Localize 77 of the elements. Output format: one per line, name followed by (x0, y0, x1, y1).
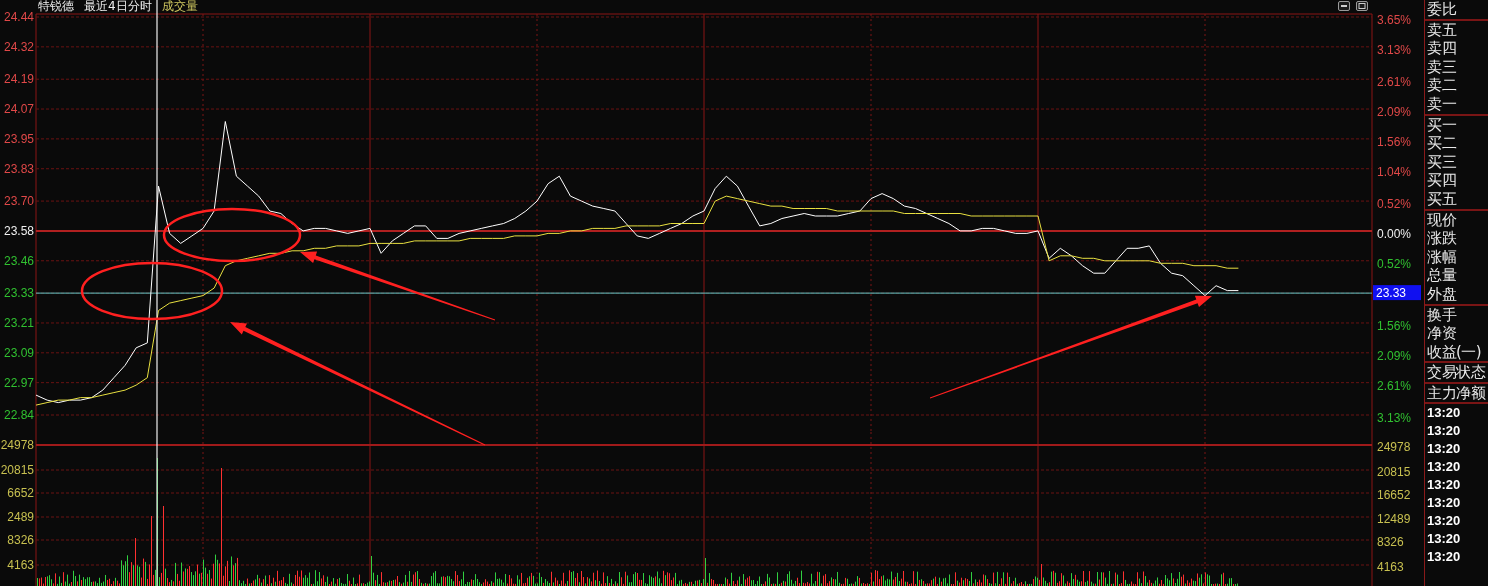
axis-label: 3.13% (1377, 411, 1412, 425)
axis-label: 2489 (7, 510, 34, 524)
quote-label: 买四 (1427, 171, 1457, 190)
period-label: 最近4日分时 (84, 0, 152, 12)
quote-label: 主力净额 (1427, 383, 1487, 403)
quote-label: 卖五 (1427, 20, 1458, 40)
quote-label: 买三 (1427, 152, 1457, 172)
axis-label: 2.09% (1377, 105, 1412, 120)
axis-label: 24978 (1377, 440, 1411, 454)
trade-time: 13:20 (1426, 458, 1462, 477)
trade-time: 13:20 (1426, 494, 1462, 513)
restore-button[interactable] (1356, 1, 1368, 11)
quote-label: 卖四 (1427, 39, 1457, 58)
axis-label: 12489 (1377, 512, 1411, 526)
quote-label: 卖三 (1427, 57, 1457, 77)
axis-label: 2.09% (1377, 348, 1412, 363)
stock-name: 特锐德 (38, 0, 74, 12)
indicator-label: 成交量 (161, 0, 198, 12)
quote-label: 涨幅 (1427, 247, 1457, 267)
axis-label: 8326 (7, 533, 34, 547)
axis-label: 16652 (1377, 488, 1411, 502)
trade-time: 13:20 (1426, 404, 1462, 423)
axis-label: 20815 (0, 463, 34, 477)
axis-label: 3.13% (1377, 42, 1412, 57)
axis-label: 23.46 (3, 253, 34, 268)
axis-label: 2.61% (1377, 75, 1412, 90)
axis-label: 0.52% (1377, 197, 1412, 212)
trade-time: 13:20 (1426, 512, 1462, 531)
trade-time: 13:20 (1426, 530, 1462, 549)
quote-label: 现价 (1427, 210, 1457, 230)
axis-label: 24.32 (3, 39, 34, 54)
axis-label: 3.65% (1377, 13, 1412, 27)
quote-label: 外盘 (1427, 284, 1458, 304)
quote-label: 买一 (1427, 115, 1457, 135)
axis-label: 24.44 (3, 10, 34, 24)
last-price-badge: 23.33 (1373, 285, 1421, 301)
axis-label: 23.33 (3, 286, 34, 301)
trade-time: 13:20 (1426, 476, 1462, 495)
quote-label: 买二 (1427, 134, 1457, 153)
axis-label: 23.58 (3, 223, 34, 238)
axis-label: 23.95 (3, 131, 34, 146)
axis-label: 24978 (0, 438, 34, 452)
quote-label: 买五 (1427, 189, 1458, 209)
axis-label: 24.07 (3, 102, 34, 117)
minus-icon (1340, 3, 1348, 9)
axis-label: 8326 (1377, 535, 1404, 549)
axis-label: 0.00% (1377, 226, 1412, 241)
axis-label: 6652 (7, 486, 34, 500)
axis-label: 1.56% (1377, 318, 1412, 333)
axis-label: 24.19 (3, 72, 34, 87)
quote-label: 换手 (1427, 305, 1458, 325)
axis-label: 20815 (1377, 465, 1411, 479)
quote-label: 总量 (1427, 266, 1458, 285)
trade-time: 13:20 (1426, 440, 1462, 459)
axis-label: 23.83 (3, 161, 34, 176)
square-icon (1358, 3, 1366, 9)
axis-label: 22.97 (3, 375, 34, 390)
quote-label: 净资 (1427, 324, 1457, 343)
axis-label: 1.56% (1377, 134, 1412, 149)
axis-label: 23.70 (3, 194, 34, 209)
quote-label: 收益(一) (1427, 342, 1483, 362)
trade-time: 13:20 (1426, 548, 1462, 567)
quote-label: 委比 (1427, 0, 1457, 19)
axis-label: 1.04% (1377, 164, 1412, 179)
quote-label: 交易状态 (1427, 363, 1487, 382)
axis-label: 4163 (7, 558, 34, 572)
axis-label: 4163 (1377, 560, 1404, 574)
axis-label: 23.09 (3, 345, 34, 360)
quote-label: 涨跌 (1427, 229, 1457, 248)
axis-label: 0.52% (1377, 256, 1412, 271)
axis-label: 23.21 (3, 315, 34, 330)
minimize-button[interactable] (1338, 1, 1350, 11)
quote-label: 卖一 (1427, 94, 1457, 114)
trade-time: 13:20 (1426, 422, 1462, 441)
axis-label: 2.61% (1377, 378, 1412, 393)
quote-label: 卖二 (1427, 76, 1457, 95)
axis-label: 22.84 (3, 408, 34, 422)
